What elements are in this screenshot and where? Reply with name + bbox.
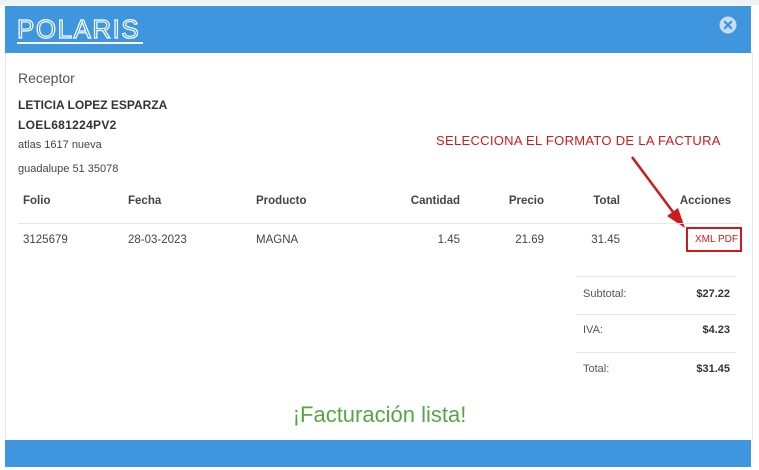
table-header-divider	[18, 223, 740, 224]
iva-value: $4.23	[702, 324, 730, 336]
subtotal-label: Subtotal:	[583, 288, 627, 300]
col-total-header: Total	[593, 195, 620, 207]
format-instruction-annotation: SELECCIONA EL FORMATO DE LA FACTURA	[436, 133, 721, 148]
cell-precio: 21.69	[515, 234, 544, 246]
receptor-address-line1: atlas 1617 nueva	[18, 139, 102, 151]
cell-cantidad: 1.45	[437, 234, 460, 246]
totals-divider-top	[576, 276, 736, 277]
svg-text:POLARIS: POLARIS	[17, 14, 140, 44]
modal-footer	[5, 440, 751, 467]
col-precio-header: Precio	[508, 195, 544, 207]
col-cantidad-header: Cantidad	[410, 195, 460, 207]
cell-producto: MAGNA	[256, 234, 299, 246]
receptor-address-line2: guadalupe 51 35078	[18, 163, 119, 175]
total-value: $31.45	[696, 363, 730, 375]
col-fecha-header: Fecha	[128, 195, 162, 207]
invoice-ready-message: ¡Facturación lista!	[292, 402, 467, 427]
cell-total: 31.45	[591, 234, 620, 246]
receptor-heading: Receptor	[18, 70, 75, 86]
total-label: Total:	[583, 363, 610, 375]
receptor-name: LETICIA LOPEZ ESPARZA	[18, 98, 168, 112]
receptor-rfc: LOEL681224PV2	[18, 118, 117, 132]
cell-fecha: 28-03-2023	[128, 234, 187, 246]
polaris-logo: POLARIS	[17, 14, 143, 45]
totals-divider-bottom	[576, 352, 736, 353]
pdf-download-link[interactable]: PDF	[718, 234, 738, 245]
col-folio-header: Folio	[23, 195, 51, 207]
col-producto-header: Producto	[256, 195, 307, 207]
subtotal-value: $27.22	[696, 288, 730, 300]
window-top-strip	[0, 0, 759, 5]
modal-header: POLARIS	[5, 6, 751, 53]
xml-download-link[interactable]: XML	[695, 234, 715, 245]
col-acciones-header: Acciones	[679, 195, 731, 207]
close-icon[interactable]	[719, 16, 737, 34]
cell-folio: 3125679	[23, 234, 68, 246]
cell-acciones: XML PDF	[695, 234, 738, 245]
totals-divider-middle	[576, 314, 736, 315]
iva-label: IVA:	[583, 324, 603, 336]
